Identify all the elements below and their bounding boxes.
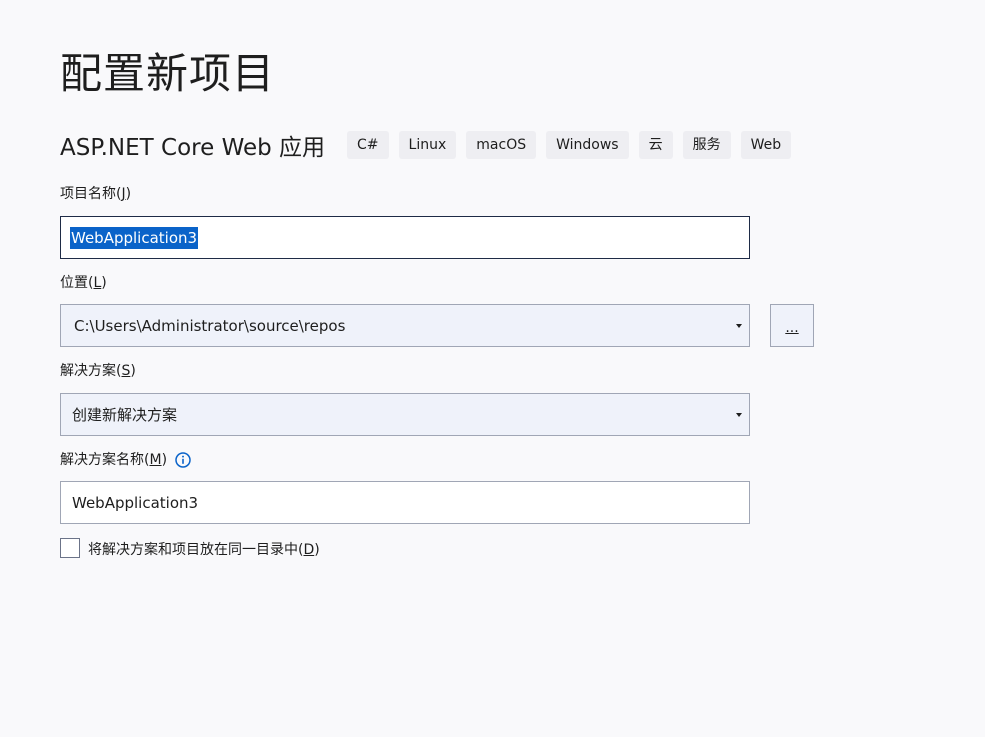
- location-combobox[interactable]: C:\Users\Administrator\source\repos: [60, 304, 750, 347]
- same-directory-checkbox[interactable]: [60, 538, 80, 558]
- location-dropdown-arrow-icon[interactable]: [729, 305, 749, 346]
- location-value: C:\Users\Administrator\source\repos: [74, 316, 346, 335]
- solution-combobox[interactable]: 创建新解决方案: [60, 393, 750, 436]
- solution-label: 解决方案(S): [60, 363, 136, 379]
- solution-value: 创建新解决方案: [72, 406, 178, 424]
- template-row: ASP.NET Core Web 应用 C# Linux macOS Windo…: [60, 128, 801, 162]
- solution-name-input[interactable]: WebApplication3: [60, 481, 750, 524]
- solution-dropdown-arrow-icon[interactable]: [729, 394, 749, 435]
- template-name: ASP.NET Core Web 应用: [60, 135, 326, 161]
- tag-windows: Windows: [546, 131, 629, 159]
- project-name-input[interactable]: WebApplication3: [60, 216, 750, 259]
- solution-name-value: WebApplication3: [72, 493, 199, 512]
- project-name-value: WebApplication3: [70, 226, 199, 249]
- solution-name-label: 解决方案名称(M): [60, 450, 191, 470]
- configure-project-page: 配置新项目 ASP.NET Core Web 应用 C# Linux macOS…: [0, 0, 985, 737]
- browse-button[interactable]: ...: [770, 304, 814, 347]
- tag-linux: Linux: [398, 131, 457, 159]
- location-label: 位置(L): [60, 275, 107, 291]
- info-icon[interactable]: [175, 452, 191, 468]
- tag-csharp: C#: [347, 131, 389, 159]
- tag-web: Web: [740, 131, 792, 159]
- same-directory-label[interactable]: 将解决方案和项目放在同一目录中(D): [88, 540, 320, 560]
- project-name-label: 项目名称(J): [60, 186, 132, 202]
- tag-cloud: 云: [638, 131, 673, 159]
- tag-macos: macOS: [466, 131, 537, 159]
- page-title: 配置新项目: [60, 49, 276, 98]
- tag-service: 服务: [682, 131, 731, 159]
